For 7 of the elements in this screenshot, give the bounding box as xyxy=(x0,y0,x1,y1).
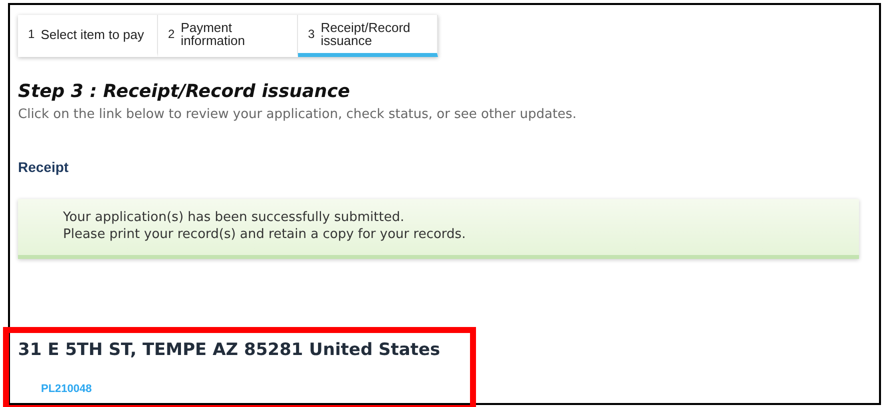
step-tab[interactable]: 1 Select item to pay xyxy=(18,15,158,57)
instructions-text: Click on the link below to review your application, check status, or see other updates. xyxy=(18,106,576,124)
section-title: Receipt xyxy=(18,158,69,177)
page-heading: Step 3 : Receipt/Record issuance xyxy=(18,81,350,103)
success-message: Please print your record(s) and retain a copy for your records. xyxy=(63,226,466,242)
success-message: Your application(s) has been successfully submitted. xyxy=(63,208,404,226)
address-heading: 31 E 5TH ST, TEMPE AZ 85281 United States xyxy=(18,338,440,362)
